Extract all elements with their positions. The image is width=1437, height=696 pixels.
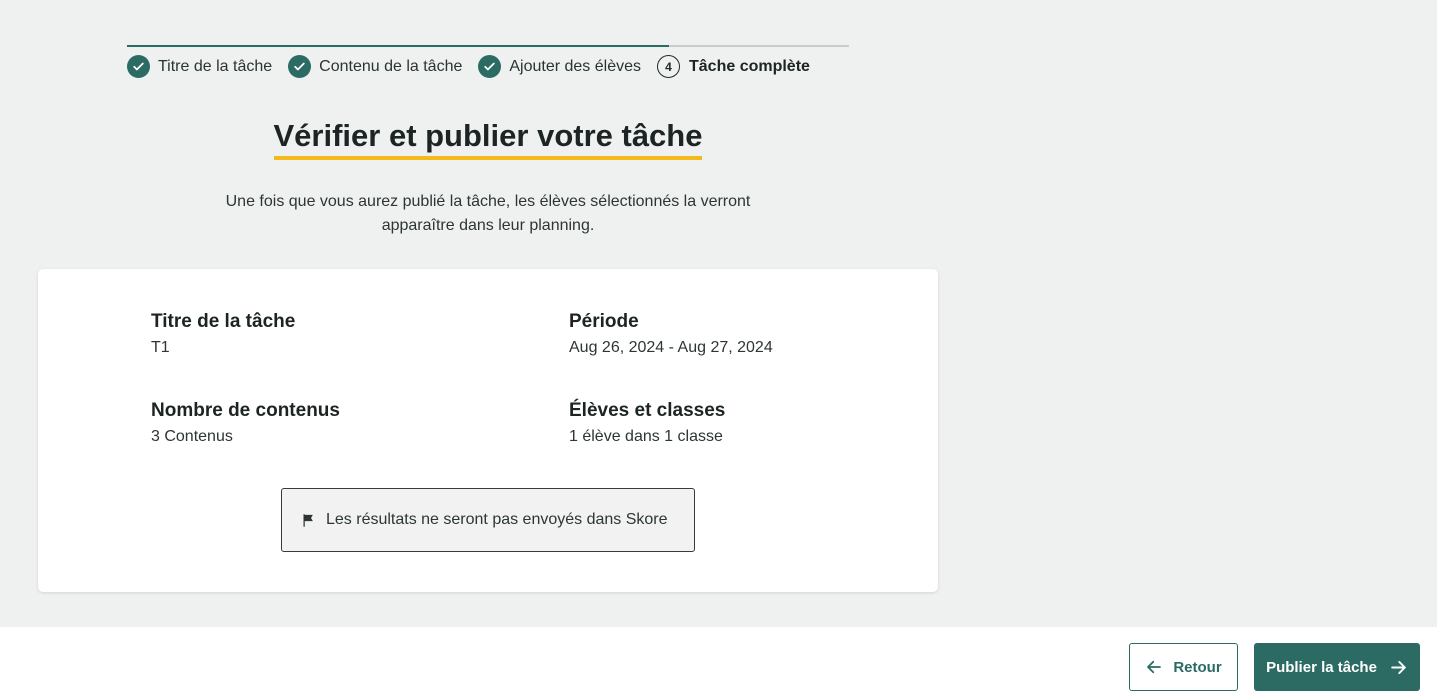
notice-text: Les résultats ne seront pas envoyés dans… xyxy=(326,511,668,528)
field-value: 3 Contenus xyxy=(151,428,233,445)
field-label: Élèves et classes xyxy=(569,400,726,421)
stepper-progress xyxy=(127,45,669,47)
students-field: Élèves et classes 1 élève dans 1 classe xyxy=(569,399,725,449)
page-subtitle: Une fois que vous aurez publié la tâche,… xyxy=(225,193,751,234)
content-count-field: Nombre de contenus 3 Contenus xyxy=(151,399,340,449)
check-circle-icon xyxy=(127,55,150,78)
summary-card: Titre de la tâche T1 Période Aug 26, 202… xyxy=(38,269,938,592)
step-task-content[interactable]: Contenu de la tâche xyxy=(288,55,462,78)
field-value: Aug 26, 2024 - Aug 27, 2024 xyxy=(569,339,773,356)
field-value: 1 élève dans 1 classe xyxy=(569,428,723,445)
results-notice: Les résultats ne seront pas envoyés dans… xyxy=(281,488,695,552)
flag-icon xyxy=(301,513,316,528)
stepper: Titre de la tâche Contenu de la tâche Aj… xyxy=(127,45,849,85)
page-title: Vérifier et publier votre tâche xyxy=(273,118,703,160)
step-label: Tâche complète xyxy=(689,57,810,75)
step-label: Ajouter des élèves xyxy=(509,57,641,75)
task-title-field: Titre de la tâche T1 xyxy=(151,310,295,360)
period-field: Période Aug 26, 2024 - Aug 27, 2024 xyxy=(569,310,773,360)
field-label: Période xyxy=(569,311,639,332)
arrow-right-icon xyxy=(1389,658,1408,677)
step-add-students[interactable]: Ajouter des élèves xyxy=(478,55,641,78)
step-task-title[interactable]: Titre de la tâche xyxy=(127,55,272,78)
stepper-steps: Titre de la tâche Contenu de la tâche Aj… xyxy=(127,55,826,78)
publish-label: Publier la tâche xyxy=(1266,658,1377,676)
field-label: Titre de la tâche xyxy=(151,311,296,332)
check-circle-icon xyxy=(478,55,502,78)
step-number: 4 xyxy=(657,55,680,78)
footer-bar: Retour Publier la tâche xyxy=(0,627,1437,696)
publish-button[interactable]: Publier la tâche xyxy=(1254,643,1420,691)
back-button[interactable]: Retour xyxy=(1129,643,1238,691)
arrow-left-icon xyxy=(1145,658,1163,676)
check-circle-icon xyxy=(288,55,312,78)
title-wrap: Vérifier et publier votre tâche xyxy=(38,118,938,160)
back-label: Retour xyxy=(1173,658,1222,676)
field-label: Nombre de contenus xyxy=(151,400,340,421)
step-label: Titre de la tâche xyxy=(158,57,273,75)
step-label: Contenu de la tâche xyxy=(319,57,463,75)
step-task-complete: 4 Tâche complète xyxy=(657,55,810,78)
field-value: T1 xyxy=(151,339,170,356)
